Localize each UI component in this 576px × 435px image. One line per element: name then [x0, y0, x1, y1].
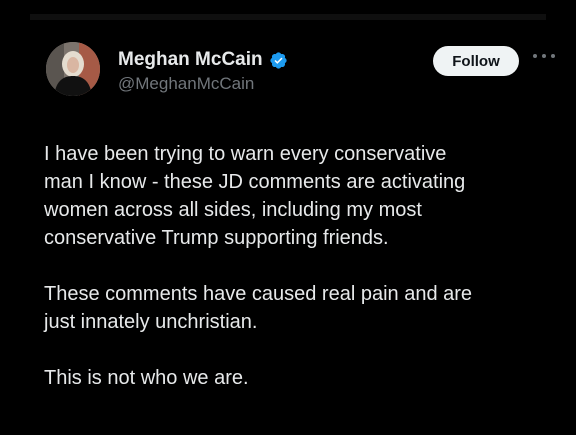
- avatar[interactable]: [46, 42, 100, 96]
- author-handle[interactable]: @MeghanMcCain: [118, 74, 288, 94]
- more-dot: [533, 54, 537, 58]
- tweet-line: man I know - these JD comments are activ…: [44, 171, 466, 193]
- more-dot: [542, 54, 546, 58]
- follow-button[interactable]: Follow: [433, 46, 519, 76]
- tweet-paragraph: I have been trying to warn every conserv…: [44, 140, 564, 252]
- tweet-paragraph: These comments have caused real pain and…: [44, 280, 564, 336]
- tweet-card: Meghan McCain @MeghanMcCain Follow I hav…: [28, 22, 576, 435]
- tweet-line: conservative Trump supporting friends.: [44, 227, 389, 249]
- tweet-line: I have been trying to warn every conserv…: [44, 143, 447, 165]
- tweet-line: just innately unchristian.: [44, 311, 258, 333]
- tweet-paragraph: This is not who we are.: [44, 364, 564, 392]
- author-block: Meghan McCain @MeghanMcCain: [118, 48, 288, 94]
- tweet-text: I have been trying to warn every conserv…: [44, 140, 564, 392]
- avatar-photo-icon: [46, 42, 100, 96]
- tweet-header: Meghan McCain @MeghanMcCain Follow: [28, 22, 576, 112]
- author-display-name[interactable]: Meghan McCain: [118, 49, 263, 71]
- top-divider: [30, 14, 546, 20]
- more-icon[interactable]: [533, 50, 555, 62]
- tweet-line: These comments have caused real pain and…: [44, 283, 473, 305]
- verified-badge-icon: [269, 51, 288, 70]
- name-row: Meghan McCain: [118, 48, 288, 72]
- tweet-line: women across all sides, including my mos…: [44, 199, 422, 221]
- tweet-line: This is not who we are.: [44, 367, 249, 389]
- more-dot: [551, 54, 555, 58]
